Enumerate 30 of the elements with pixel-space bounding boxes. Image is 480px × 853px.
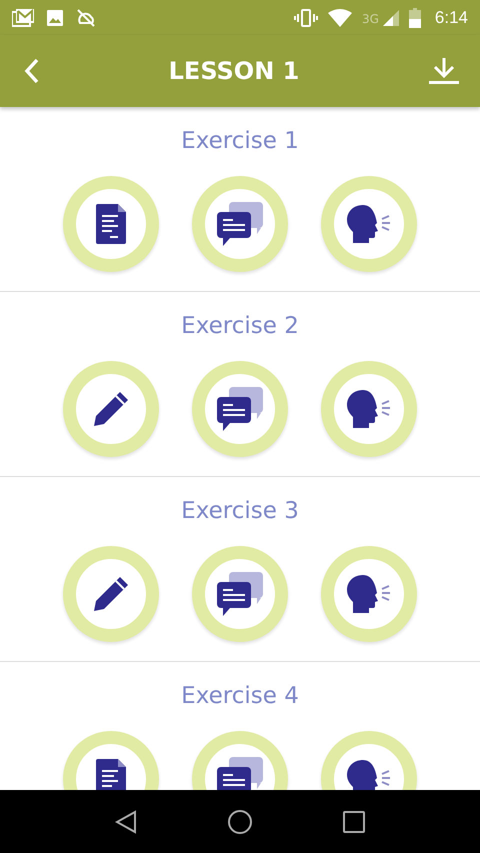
exercise-title: Exercise 2 (181, 312, 299, 341)
document-icon (96, 759, 126, 790)
network-type: 3G (362, 12, 379, 26)
exercise-title: Exercise 1 (181, 127, 299, 156)
speaking-head-icon (347, 390, 391, 428)
vibrate-icon (294, 8, 318, 26)
exercise-title: Exercise 3 (181, 497, 299, 526)
chat-icon (217, 387, 263, 431)
image-icon (46, 8, 64, 26)
recents-nav-icon[interactable] (343, 810, 365, 832)
chat-icon (217, 202, 263, 246)
sync-off-icon (76, 8, 96, 26)
home-nav-icon[interactable] (227, 808, 253, 834)
download-icon[interactable] (428, 58, 460, 84)
pencil-icon (92, 575, 130, 613)
speaking-head-icon (347, 205, 391, 243)
screen-title: LESSON 1 (168, 57, 300, 85)
signal-icon (382, 10, 399, 26)
document-icon (96, 204, 126, 244)
exercise-title: Exercise 4 (181, 682, 299, 711)
speaking-head-icon (347, 575, 391, 613)
back-nav-icon[interactable] (115, 810, 137, 834)
chat-icon (217, 572, 263, 616)
speaking-head-icon (347, 760, 391, 790)
back-icon[interactable] (24, 58, 40, 84)
clock: 6:14 (434, 8, 468, 28)
mail-icon (12, 8, 34, 26)
wifi-icon (328, 8, 352, 26)
pencil-icon (92, 390, 130, 428)
battery-icon (408, 8, 421, 28)
